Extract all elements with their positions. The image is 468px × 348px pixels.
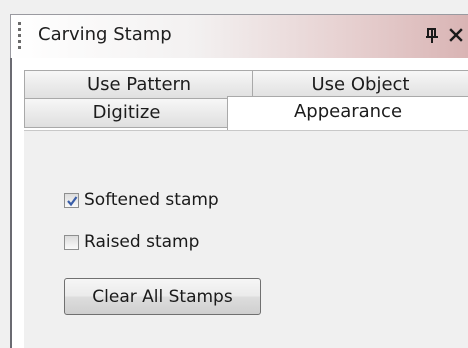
raised-stamp-checkbox[interactable] — [64, 234, 79, 250]
panel-title: Carving Stamp — [38, 24, 172, 45]
pin-icon[interactable] — [423, 23, 441, 47]
checkmark-icon — [67, 195, 78, 206]
softened-stamp-label: Softened stamp — [84, 190, 219, 210]
appearance-tab-content: Softened stamp Raised stamp Clear All St… — [24, 130, 468, 348]
drag-grip-icon[interactable] — [18, 22, 22, 52]
carving-stamp-panel: Carving Stamp Use Pattern Use Object Dig… — [0, 0, 468, 348]
clear-all-stamps-button[interactable]: Clear All Stamps — [64, 278, 261, 315]
raised-stamp-option[interactable]: Raised stamp — [64, 231, 199, 253]
raised-stamp-label: Raised stamp — [84, 232, 200, 252]
tab-use-pattern[interactable]: Use Pattern — [24, 70, 254, 100]
close-icon[interactable] — [447, 23, 465, 47]
tab-appearance[interactable]: Appearance — [227, 96, 468, 130]
softened-stamp-checkbox[interactable] — [64, 192, 79, 208]
tab-digitize[interactable]: Digitize — [24, 98, 229, 128]
panel-body: Use Pattern Use Object Digitize Softened… — [10, 58, 468, 348]
panel-title-bar[interactable]: Carving Stamp — [10, 14, 468, 58]
softened-stamp-option[interactable]: Softened stamp — [64, 189, 219, 211]
